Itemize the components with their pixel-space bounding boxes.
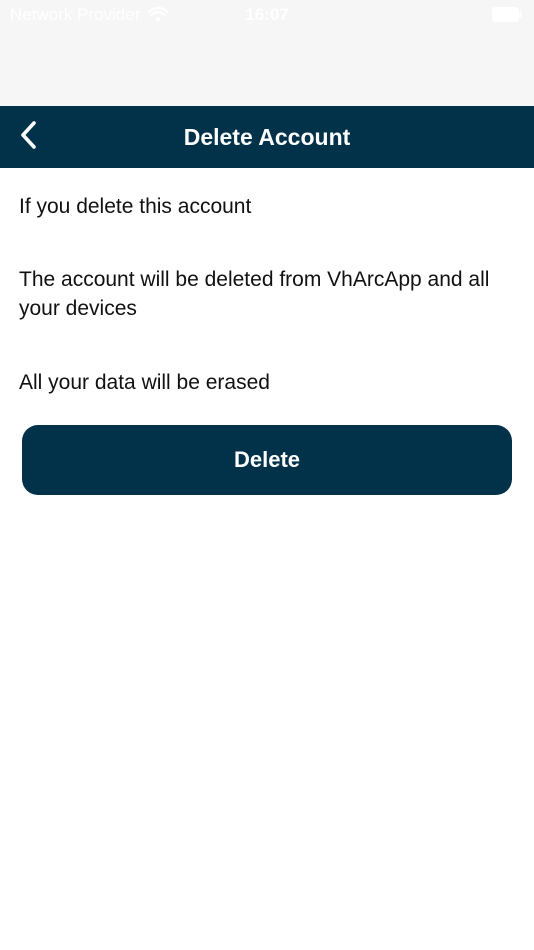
chevron-left-icon	[19, 120, 37, 155]
info-text-3: All your data will be erased	[19, 371, 270, 394]
status-time: 16:07	[245, 5, 289, 24]
navigation-bar: Delete Account	[0, 106, 534, 168]
status-bar: Network Provider 16:07	[0, 0, 534, 30]
info-text-1: If you delete this account	[19, 195, 252, 218]
delete-account-screen: Network Provider 16:07 Delete Account If…	[0, 0, 534, 950]
delete-button-label: Delete	[233, 447, 301, 472]
delete-button[interactable]: Delete	[22, 425, 512, 495]
status-area: Network Provider 16:07	[0, 0, 534, 106]
back-button[interactable]	[6, 115, 50, 159]
page-title: Delete Account	[183, 124, 351, 150]
battery-icon	[492, 7, 522, 27]
info-text-2: The account will be deleted from VhArcAp…	[19, 268, 490, 320]
